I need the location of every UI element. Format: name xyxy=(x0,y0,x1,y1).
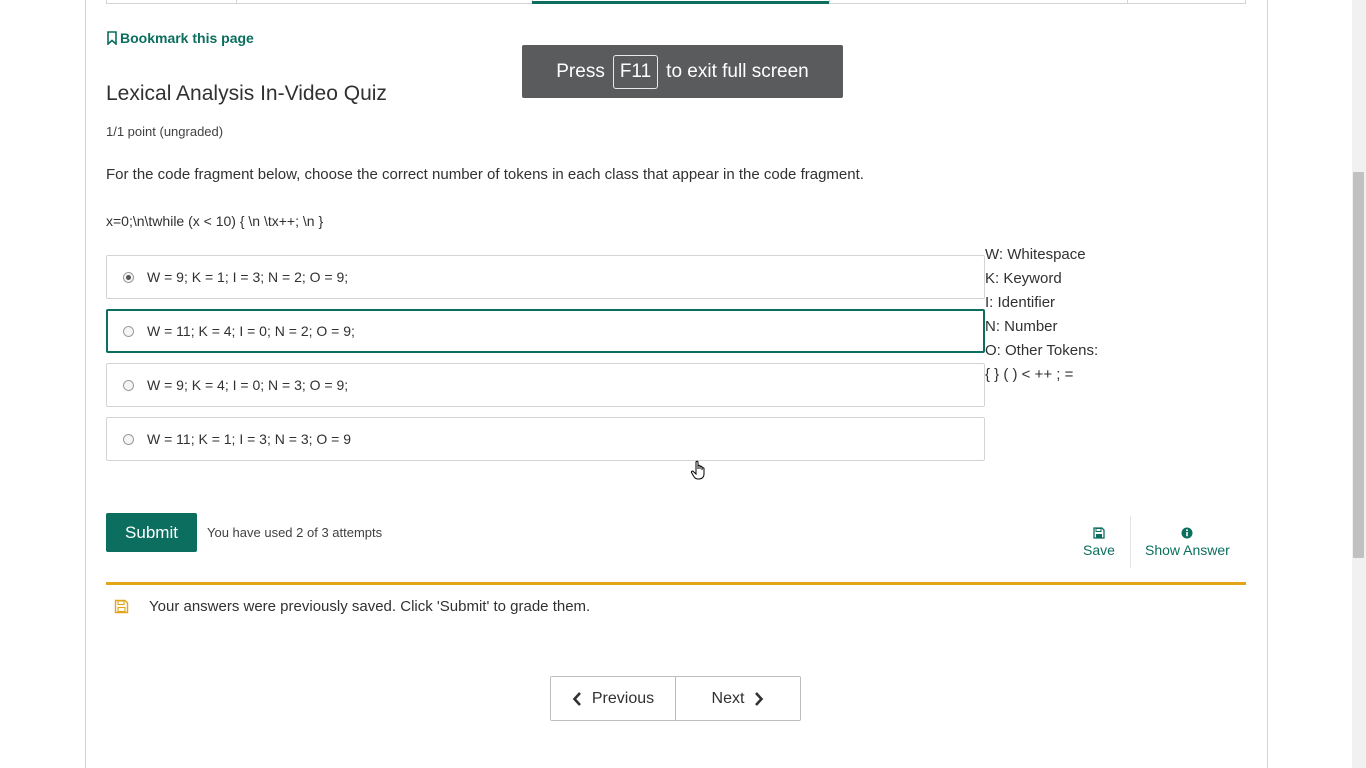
previous-button[interactable]: Previous xyxy=(551,677,676,720)
answer-option[interactable]: W = 11; K = 4; I = 0; N = 2; O = 9; xyxy=(106,309,985,353)
answer-radio[interactable] xyxy=(123,325,134,337)
attempts-counter: You have used 2 of 3 attempts xyxy=(207,525,383,540)
bookmark-button[interactable]: Bookmark this page xyxy=(106,30,254,46)
tab-divider xyxy=(236,0,237,4)
answer-radio[interactable] xyxy=(123,433,134,445)
unit-sequence-tabs xyxy=(106,0,1246,4)
chevron-left-icon xyxy=(572,691,581,706)
show-answer-button[interactable]: Show Answer xyxy=(1145,527,1230,558)
legend-item: K: Keyword xyxy=(985,270,1062,287)
save-button[interactable]: Save xyxy=(1083,527,1115,558)
submit-button[interactable]: Submit xyxy=(106,513,197,552)
tab-divider xyxy=(1127,0,1128,4)
previous-label: Previous xyxy=(591,689,655,707)
bookmark-label: Bookmark this page xyxy=(120,30,254,46)
answer-label: W = 9; K = 1; I = 3; N = 2; O = 9; xyxy=(147,269,349,285)
token-class-legend: W: Whitespace K: Keyword I: Identifier N… xyxy=(985,243,1098,387)
active-tab-indicator[interactable] xyxy=(532,1,829,4)
answer-radio[interactable] xyxy=(123,379,134,391)
next-label: Next xyxy=(711,689,745,707)
legend-item: N: Number xyxy=(985,318,1058,335)
toast-text-after: to exit full screen xyxy=(666,60,809,82)
chevron-right-icon xyxy=(755,691,764,706)
legend-item: W: Whitespace xyxy=(985,246,1086,263)
next-button[interactable]: Next xyxy=(676,677,800,720)
show-answer-label: Show Answer xyxy=(1145,542,1230,558)
toast-key: F11 xyxy=(612,54,659,89)
fullscreen-toast: Press F11 to exit full screen xyxy=(522,45,843,98)
tab-divider xyxy=(829,0,830,4)
legend-item: I: Identifier xyxy=(985,294,1056,311)
answer-label: W = 9; K = 4; I = 0; N = 3; O = 9; xyxy=(147,377,349,393)
answer-option[interactable]: W = 9; K = 1; I = 3; N = 2; O = 9; xyxy=(106,255,985,299)
notice-divider xyxy=(106,582,1246,585)
info-circle-icon xyxy=(1181,527,1193,539)
legend-item: { } ( ) < ++ ; = xyxy=(985,366,1074,383)
answer-label: W = 11; K = 4; I = 0; N = 2; O = 9; xyxy=(147,323,355,339)
hand-pointer-cursor-icon xyxy=(690,460,705,480)
floppy-disk-icon xyxy=(1093,527,1105,539)
answer-radio[interactable] xyxy=(123,271,134,283)
floppy-disk-icon xyxy=(114,599,129,614)
answer-option[interactable]: W = 11; K = 1; I = 3; N = 3; O = 9 xyxy=(106,417,985,461)
problem-prompt: For the code fragment below, choose the … xyxy=(106,166,864,183)
scrollbar-thumb[interactable] xyxy=(1353,172,1364,558)
code-fragment: x=0;\n\twhile (x < 10) { \n \tx++; \n } xyxy=(106,213,324,229)
bookmark-icon xyxy=(107,31,117,45)
problem-title: Lexical Analysis In-Video Quiz xyxy=(106,82,387,105)
problem-points: 1/1 point (ungraded) xyxy=(106,124,224,139)
answer-option[interactable]: W = 9; K = 4; I = 0; N = 3; O = 9; xyxy=(106,363,985,407)
answer-label: W = 11; K = 1; I = 3; N = 3; O = 9 xyxy=(147,431,352,447)
sequence-navigation: Previous Next xyxy=(550,676,801,721)
saved-notice: Your answers were previously saved. Clic… xyxy=(114,598,590,615)
toast-text-before: Press xyxy=(556,60,605,82)
save-label: Save xyxy=(1083,542,1115,558)
action-divider xyxy=(1130,516,1131,568)
legend-item: O: Other Tokens: xyxy=(985,342,1099,359)
saved-notice-text: Your answers were previously saved. Clic… xyxy=(149,598,591,615)
